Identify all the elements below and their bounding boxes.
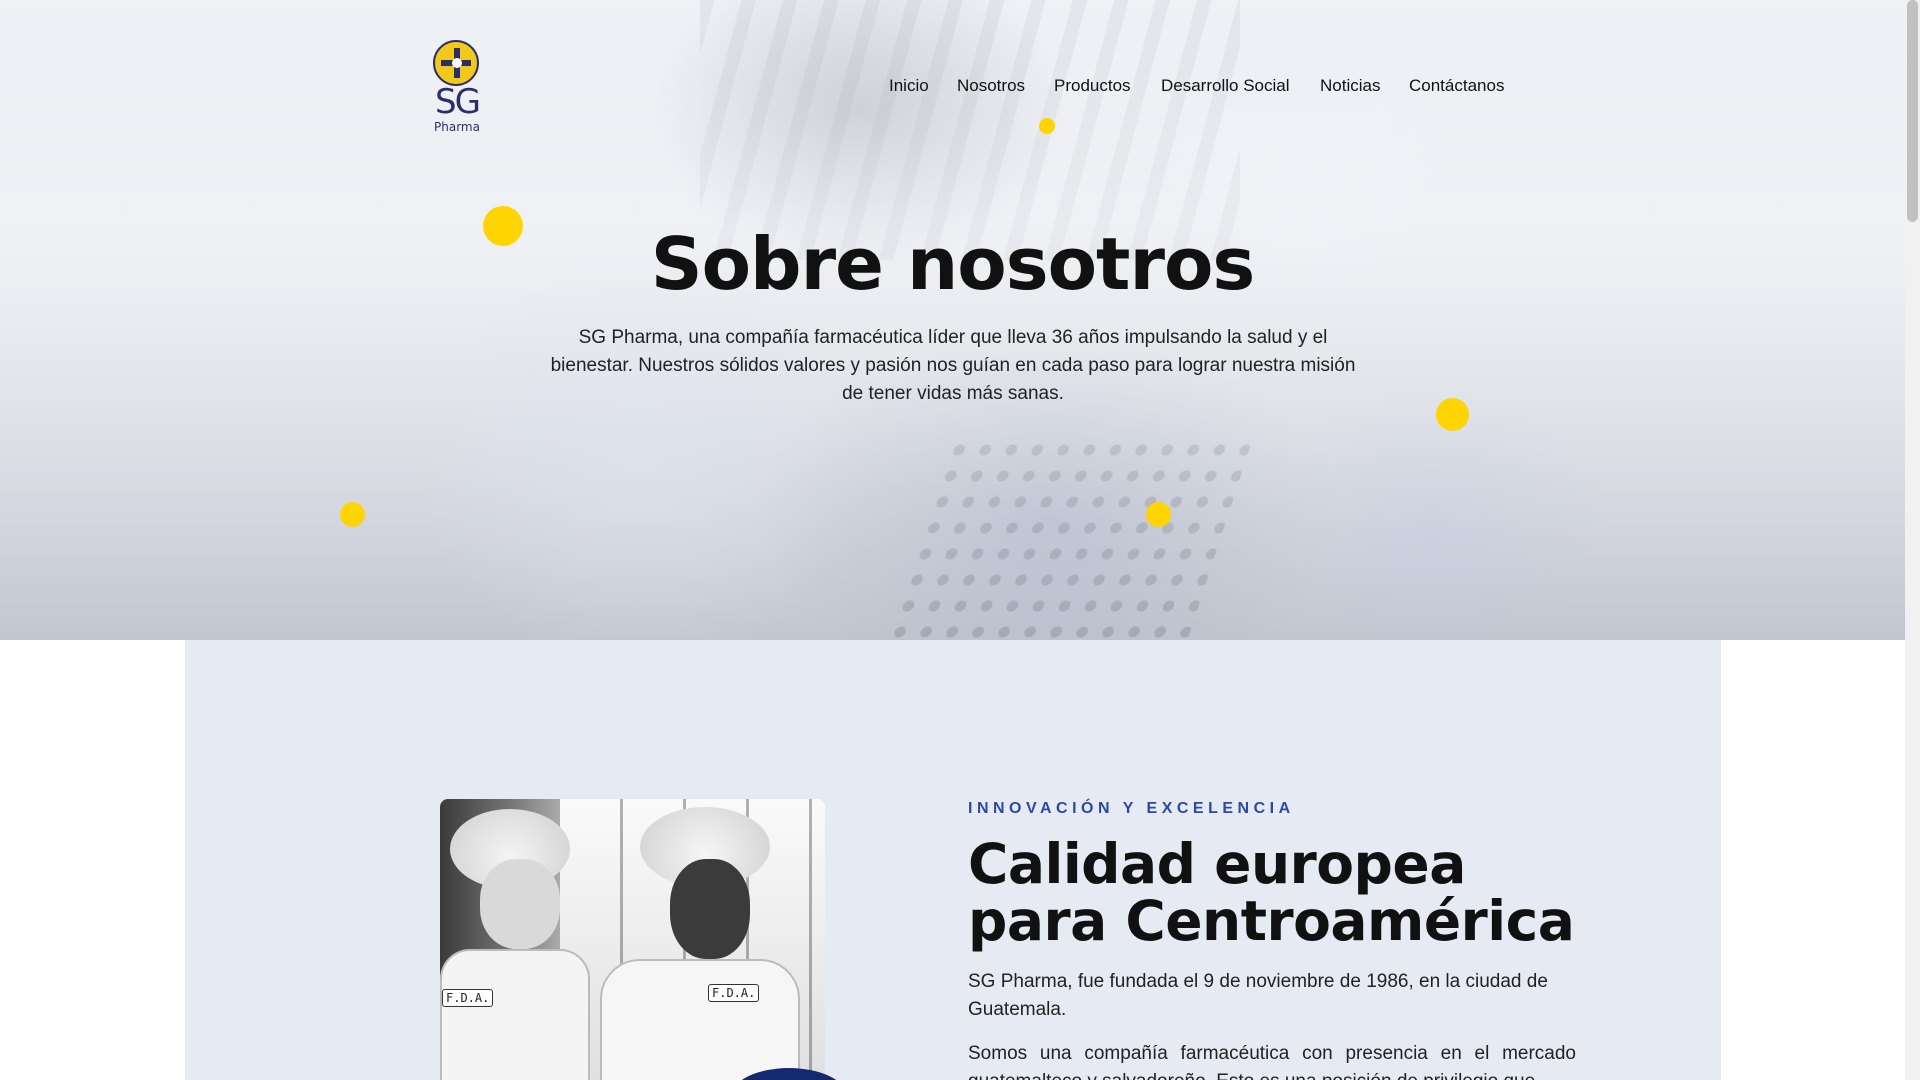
photo-badge-right: F.D.A. bbox=[708, 984, 760, 1002]
yellow-dot-icon bbox=[340, 502, 365, 527]
sg-pharma-cross-icon bbox=[433, 40, 479, 86]
logo-subtext: Pharma bbox=[434, 120, 480, 134]
section-title-line-1: Calidad europea bbox=[968, 832, 1466, 896]
nav-item-productos[interactable]: Productos bbox=[1054, 76, 1131, 96]
active-nav-indicator-icon bbox=[1039, 118, 1055, 134]
nav-item-inicio[interactable]: Inicio bbox=[889, 76, 929, 96]
nav-item-nosotros[interactable]: Nosotros bbox=[957, 76, 1025, 96]
historic-lab-photo: F.D.A. F.D.A. bbox=[440, 799, 825, 1080]
site-logo[interactable]: SG Pharma bbox=[431, 40, 483, 136]
section-eyebrow: INNOVACIÓN Y EXCELENCIA bbox=[968, 800, 1295, 817]
section-paragraph-2: Somos una compañía farmacéutica con pres… bbox=[968, 1043, 1576, 1080]
yellow-dot-icon bbox=[1436, 398, 1469, 431]
hero-banner: SG Pharma Inicio Nosotros Productos Desa… bbox=[0, 0, 1905, 640]
nav-item-contactanos[interactable]: Contáctanos bbox=[1409, 76, 1504, 96]
photo-badge-left: F.D.A. bbox=[442, 989, 494, 1007]
hero-description: SG Pharma, una compañía farmacéutica líd… bbox=[550, 327, 1356, 404]
yellow-dot-icon bbox=[1146, 502, 1171, 527]
nav-item-noticias[interactable]: Noticias bbox=[1320, 76, 1380, 96]
section-title: Calidad europea para Centroamérica bbox=[968, 836, 1608, 950]
scrollbar-thumb[interactable] bbox=[1907, 0, 1918, 222]
page-scrollbar[interactable] bbox=[1905, 0, 1920, 1080]
section-paragraph-1: SG Pharma, fue fundada el 9 de noviembre… bbox=[968, 971, 1548, 1020]
section-title-line-2: para Centroamérica bbox=[968, 889, 1575, 953]
nav-item-desarrollo-social[interactable]: Desarrollo Social bbox=[1161, 76, 1290, 96]
logo-text: SG bbox=[435, 82, 481, 122]
page-title: Sobre nosotros bbox=[650, 222, 1256, 306]
hero-overlay bbox=[0, 0, 1905, 640]
